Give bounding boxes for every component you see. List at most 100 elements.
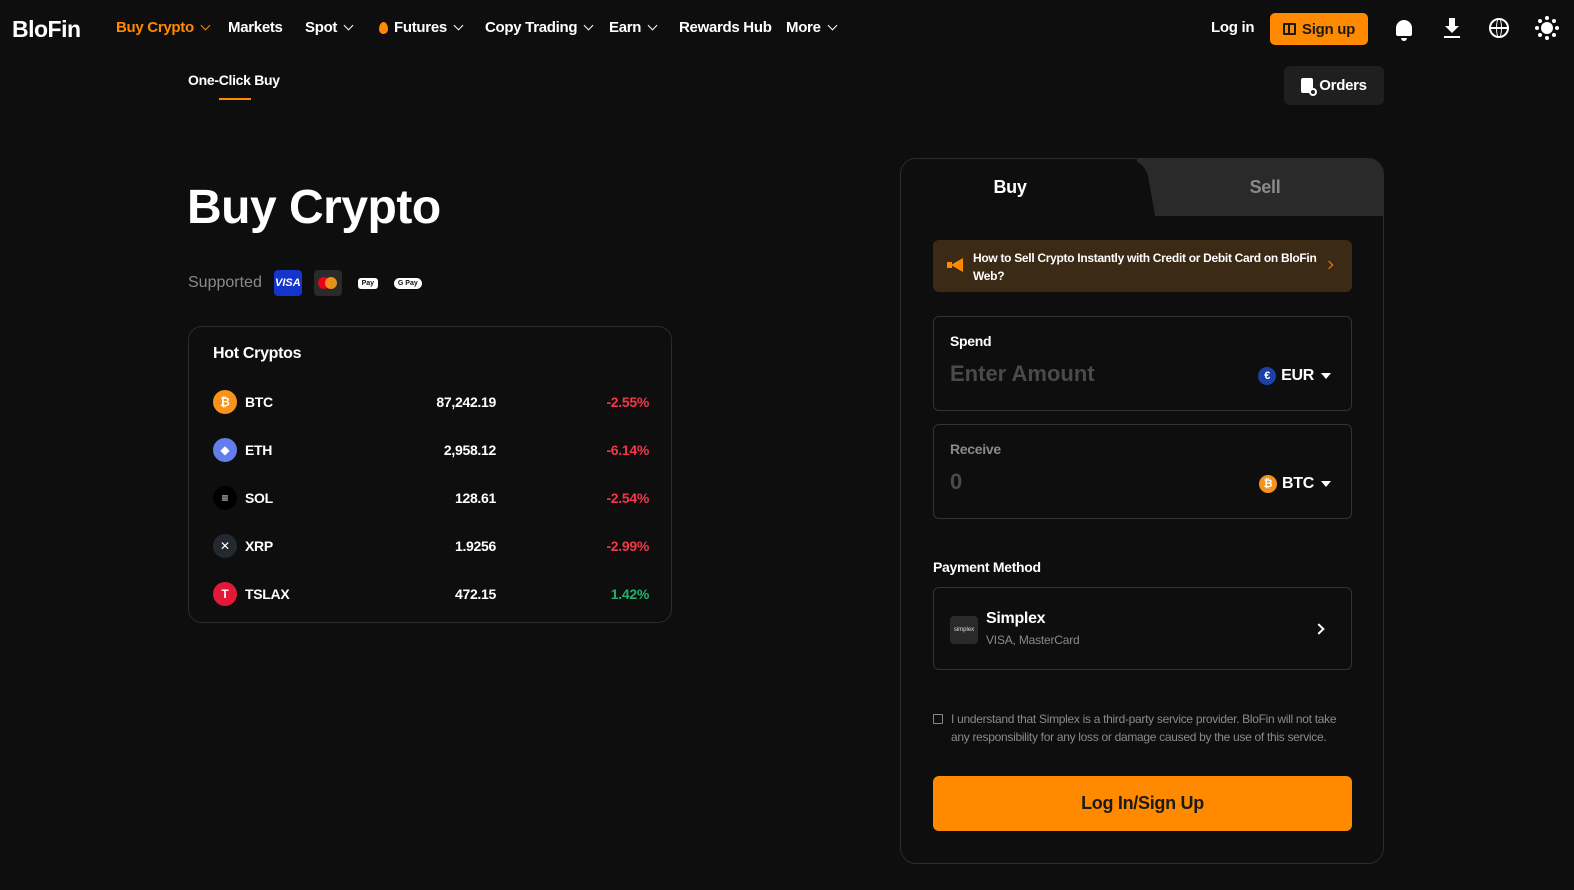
spend-input[interactable] <box>950 361 1210 387</box>
nav-earn[interactable]: Earn <box>609 19 658 36</box>
promo-banner[interactable]: How to Sell Crypto Instantly with Credit… <box>933 240 1352 292</box>
provider-name: Simplex <box>986 610 1046 627</box>
bitcoin-icon: ₿ <box>1259 475 1278 493</box>
nav-copy-trading-label: Copy Trading <box>485 19 578 36</box>
nav-earn-label: Earn <box>609 19 642 36</box>
xrp-icon: ✕ <box>213 534 237 558</box>
coin-symbol: ETH <box>245 442 273 458</box>
coin-change: 1.42% <box>610 586 650 602</box>
chevron-down-icon <box>583 20 594 31</box>
visa-icon: VISA <box>273 270 302 296</box>
coin-change: -2.99% <box>606 538 649 554</box>
orders-icon <box>1301 78 1318 96</box>
coin-price: 87,242.19 <box>436 394 496 410</box>
btc-icon: ₿ <box>213 390 237 414</box>
sol-icon: ≡ <box>213 486 237 510</box>
chevron-right-icon <box>1324 260 1334 270</box>
top-nav: BloFin Buy Crypto Markets Spot Futures C… <box>0 0 1574 56</box>
chevron-down-icon <box>200 20 211 31</box>
coin-symbol: TSLAX <box>245 586 290 602</box>
nav-spot[interactable]: Spot <box>305 19 354 36</box>
chevron-right-icon <box>1313 623 1325 635</box>
coin-price: 128.61 <box>454 490 496 506</box>
hot-crypto-row[interactable]: ◆ ETH 2,958.12 -6.14% <box>213 437 649 463</box>
page-title: Buy Crypto <box>187 181 441 234</box>
nav-rewards-hub[interactable]: Rewards Hub <box>679 19 772 36</box>
coin-price: 472.15 <box>454 586 496 602</box>
payment-method-label: Payment Method <box>933 559 1041 575</box>
euro-icon: € <box>1258 367 1277 385</box>
gift-icon <box>1283 23 1297 35</box>
tab-sell[interactable]: Sell <box>1145 159 1383 216</box>
coin-change: -2.54% <box>606 490 649 506</box>
spend-currency-label: EUR <box>1281 367 1314 384</box>
nav-spot-label: Spot <box>305 19 338 36</box>
agree-checkbox[interactable] <box>933 714 943 724</box>
flame-icon <box>379 21 388 34</box>
active-tab-indicator <box>219 98 251 100</box>
nav-markets[interactable]: Markets <box>228 19 283 36</box>
hot-cryptos-title: Hot Cryptos <box>213 345 302 362</box>
signup-label: Sign up <box>1302 20 1355 38</box>
login-signup-button[interactable]: Log In/Sign Up <box>933 776 1352 831</box>
eth-icon: ◆ <box>213 438 237 462</box>
nav-futures-label: Futures <box>394 19 447 36</box>
payment-method-select[interactable]: simplex Simplex VISA, MasterCard <box>933 587 1352 670</box>
supported-payments: Supported VISA Pay G Pay <box>188 270 422 296</box>
theme-sun-icon[interactable] <box>1535 16 1559 40</box>
signup-button[interactable]: Sign up <box>1270 13 1368 45</box>
brand-logo[interactable]: BloFin <box>12 16 81 43</box>
nav-futures[interactable]: Futures <box>379 19 464 36</box>
hot-crypto-row[interactable]: T TSLAX 472.15 1.42% <box>213 581 649 607</box>
hot-crypto-row[interactable]: ≡ SOL 128.61 -2.54% <box>213 485 649 511</box>
receive-field: Receive 0 ₿ BTC <box>933 424 1352 519</box>
mastercard-icon <box>313 270 342 296</box>
receive-currency-select[interactable]: ₿ BTC <box>1259 475 1331 493</box>
google-pay-icon: G Pay <box>393 270 422 296</box>
coin-price: 2,958.12 <box>443 442 496 458</box>
caret-down-icon <box>1321 481 1331 487</box>
coin-symbol: BTC <box>245 394 273 410</box>
bell-icon[interactable] <box>1392 16 1416 41</box>
apple-pay-icon: Pay <box>354 270 382 296</box>
chevron-down-icon <box>343 20 354 31</box>
chevron-down-icon <box>453 20 464 31</box>
tab-one-click-buy[interactable]: One-Click Buy <box>188 72 280 88</box>
globe-icon[interactable] <box>1487 16 1511 40</box>
hot-crypto-row[interactable]: ₿ BTC 87,242.19 -2.55% <box>213 389 649 415</box>
hot-cryptos-card: Hot Cryptos ₿ BTC 87,242.19 -2.55% ◆ ETH 2,958… <box>188 326 672 623</box>
spend-field: Spend € EUR <box>933 316 1352 411</box>
chevron-down-icon <box>827 20 838 31</box>
coin-change: -2.55% <box>606 394 649 410</box>
nav-markets-label: Markets <box>228 19 283 36</box>
disclaimer-text: I understand that Simplex is a third-par… <box>951 712 1337 744</box>
download-icon[interactable] <box>1440 16 1464 40</box>
receive-currency-label: BTC <box>1282 475 1314 492</box>
nav-buy-crypto[interactable]: Buy Crypto <box>116 19 211 36</box>
spend-currency-select[interactable]: € EUR <box>1258 367 1331 385</box>
trade-card: Buy Sell How to Sell Crypto Instantly wi… <box>900 158 1384 864</box>
coin-price: 1.9256 <box>454 538 496 554</box>
provider-cards: VISA, MasterCard <box>986 633 1080 647</box>
caret-down-icon <box>1321 373 1331 379</box>
megaphone-icon <box>947 258 963 272</box>
nav-copy-trading[interactable]: Copy Trading <box>485 19 594 36</box>
hot-crypto-row[interactable]: ✕ XRP 1.9256 -2.99% <box>213 533 649 559</box>
login-link[interactable]: Log in <box>1211 19 1254 36</box>
nav-more-label: More <box>786 19 821 36</box>
banner-text: How to Sell Crypto Instantly with Credit… <box>973 251 1317 283</box>
nav-rewards-hub-label: Rewards Hub <box>679 19 772 36</box>
simplex-logo: simplex <box>950 616 978 644</box>
spend-label: Spend <box>950 333 992 349</box>
tab-buy[interactable]: Buy <box>901 159 1119 216</box>
supported-label: Supported <box>188 274 262 291</box>
coin-change: -6.14% <box>606 442 649 458</box>
receive-value: 0 <box>950 469 963 494</box>
nav-buy-crypto-label: Buy Crypto <box>116 19 194 36</box>
tslax-icon: T <box>213 582 237 606</box>
nav-more[interactable]: More <box>786 19 838 36</box>
coin-symbol: XRP <box>245 538 273 554</box>
chevron-down-icon <box>647 20 658 31</box>
receive-label: Receive <box>950 441 1001 457</box>
orders-button[interactable]: Orders <box>1284 66 1384 105</box>
